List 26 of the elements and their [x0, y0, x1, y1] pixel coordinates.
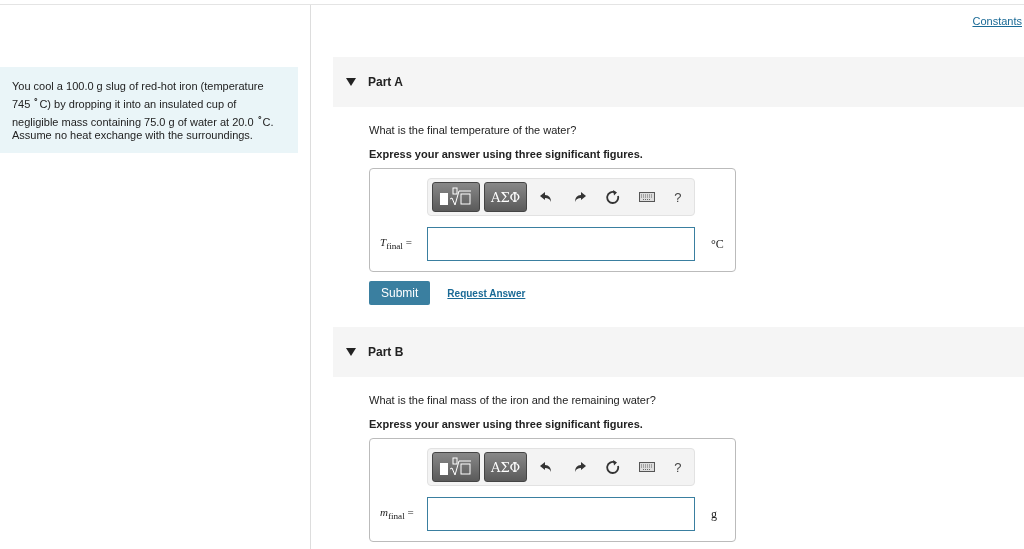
template-button[interactable]: [432, 182, 480, 212]
help-button[interactable]: ?: [665, 189, 690, 205]
variable-label: m$_{final}$ =: [380, 506, 415, 522]
symbols-button[interactable]: ΑΣΦ: [484, 452, 528, 482]
caret-icon[interactable]: [346, 78, 356, 86]
problem-text: You cool a 100.0 g slug of red-hot iron (temperature 745 $^{∘}$C) by dropping it into an insulated cup of negligible mass containing 75.0 g of water at 20.0 $^{∘}$C. Assume no heat exchange with the surroundings.: [0, 67, 298, 154]
answer-field[interactable]: [427, 497, 695, 531]
fraction-root-icon: [439, 457, 473, 477]
question-text: What is the final mass of the iron and the remaining water?: [369, 394, 657, 406]
variable-label: T$_{final}$ =: [380, 236, 413, 252]
unit-label: g: [711, 506, 717, 522]
instruction-text: Express your answer using three significant figures.: [369, 148, 644, 160]
submit-button[interactable]: Submit: [369, 281, 431, 305]
template-button[interactable]: [432, 452, 480, 482]
constants-link[interactable]: Constants: [972, 15, 1022, 57]
part-title: Part B: [368, 345, 404, 359]
answer-field[interactable]: [427, 227, 695, 261]
question-text: What is the final temperature of the water?: [369, 124, 578, 136]
help-button[interactable]: ?: [665, 459, 690, 475]
fraction-root-icon: [439, 187, 473, 207]
instruction-text: Express your answer using three significant figures.: [369, 418, 644, 430]
request-answer-link[interactable]: Request Answer: [447, 287, 526, 299]
unit-label: °C: [711, 236, 724, 252]
caret-icon[interactable]: [346, 348, 356, 356]
symbols-button[interactable]: ΑΣΦ: [484, 182, 528, 212]
part-title: Part A: [368, 75, 403, 89]
